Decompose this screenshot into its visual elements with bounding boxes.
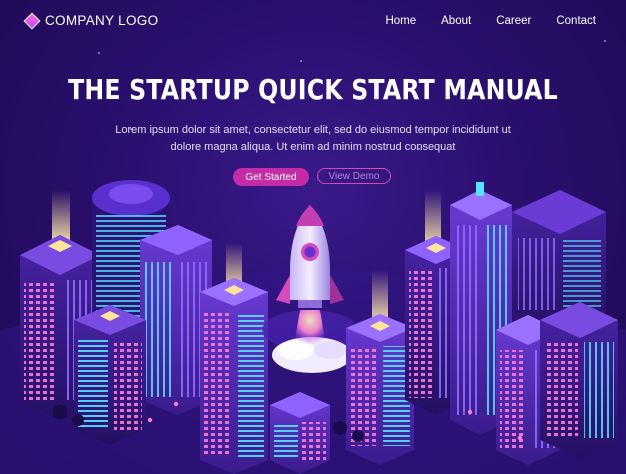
nav-contact[interactable]: Contact xyxy=(556,15,596,27)
company-logo[interactable]: COMPANY LOGO xyxy=(23,12,159,29)
site-header: COMPANY LOGO Home About Career Contact xyxy=(0,0,626,46)
star xyxy=(300,60,302,62)
city-illustration xyxy=(0,180,626,474)
hero-title: THE STARTUP QUICK START MANUAL xyxy=(68,74,558,106)
view-demo-button[interactable]: View Demo xyxy=(317,168,391,184)
main-nav: Home About Career Contact xyxy=(385,15,596,27)
hero-description-line-1: Lorem ipsum dolor sit amet, consectetur … xyxy=(115,124,511,136)
nav-career[interactable]: Career xyxy=(496,15,531,27)
star xyxy=(98,52,100,54)
hero-description-line-2: dolore magna aliqua. Ut enim ad minim no… xyxy=(170,140,456,153)
diamond-logo-icon xyxy=(23,12,41,29)
get-started-button[interactable]: Get Started xyxy=(233,168,309,186)
logo-text: COMPANY LOGO xyxy=(45,13,159,28)
nav-home[interactable]: Home xyxy=(385,15,416,27)
hero-description: Lorem ipsum dolor sit amet, consectetur … xyxy=(98,122,528,155)
nav-about[interactable]: About xyxy=(441,15,471,27)
